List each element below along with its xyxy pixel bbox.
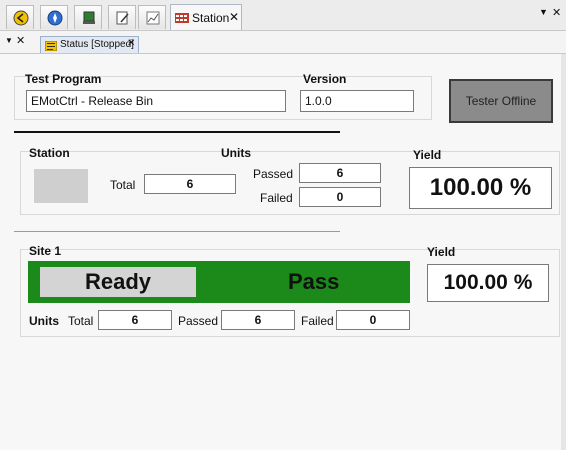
tab-chart[interactable] xyxy=(138,5,166,29)
site-result-banner: Ready Pass xyxy=(28,261,410,303)
chevron-down-icon[interactable]: ▼ xyxy=(539,7,548,17)
version-label: Version xyxy=(303,72,347,86)
tab-back[interactable] xyxy=(6,5,34,29)
tester-offline-button[interactable]: Tester Offline xyxy=(449,79,553,123)
close-icon[interactable]: ✕ xyxy=(16,34,25,47)
site-total-label: Total xyxy=(68,314,94,328)
tab-edit[interactable] xyxy=(108,5,136,29)
site-yield-label: Yield xyxy=(427,245,456,259)
site-label: Site 1 xyxy=(29,244,62,258)
version-field[interactable]: 1.0.0 xyxy=(300,90,414,112)
tool-tab-strip: Station ✕ ▼ ✕ xyxy=(0,0,566,31)
chart-icon xyxy=(146,11,160,25)
tab-compass[interactable] xyxy=(40,5,68,29)
site-status: Ready xyxy=(40,267,196,297)
divider xyxy=(14,231,340,232)
station-icon xyxy=(175,13,189,23)
station-failed-value: 0 xyxy=(299,187,381,207)
site-passed-label: Passed xyxy=(178,314,219,328)
document-tab-strip: ▼ ✕ Status [Stopped] ✕ xyxy=(0,31,566,54)
tab-status[interactable]: Status [Stopped] ✕ xyxy=(40,36,139,53)
divider xyxy=(14,131,340,133)
site-failed-label: Failed xyxy=(301,314,334,328)
station-total-value: 6 xyxy=(144,174,236,194)
site-total-value: 6 xyxy=(98,310,172,330)
station-status-indicator xyxy=(34,169,88,203)
device-icon xyxy=(83,11,95,24)
station-yield-label: Yield xyxy=(413,148,442,162)
tab-status-label: Status [Stopped] xyxy=(60,39,134,50)
passed-label: Passed xyxy=(253,167,294,181)
edit-icon xyxy=(116,11,129,25)
tab-device[interactable] xyxy=(74,5,102,29)
units-label: Units xyxy=(221,146,251,160)
station-yield-value: 100.00 % xyxy=(409,167,552,209)
vertical-scrollbar[interactable] xyxy=(561,54,566,450)
tab-station[interactable]: Station ✕ xyxy=(170,4,242,30)
list-icon xyxy=(45,41,57,51)
site-result: Pass xyxy=(288,269,340,294)
total-label: Total xyxy=(110,178,136,192)
tab-station-label: Station xyxy=(192,11,230,25)
site-units-label: Units xyxy=(29,314,59,328)
close-icon[interactable]: ✕ xyxy=(552,6,561,19)
site-failed-value: 0 xyxy=(336,310,410,330)
failed-label: Failed xyxy=(260,191,293,205)
station-passed-value: 6 xyxy=(299,163,381,183)
station-label: Station xyxy=(29,146,70,160)
site-yield-value: 100.00 % xyxy=(427,264,549,302)
close-icon[interactable]: ✕ xyxy=(127,38,135,49)
chevron-down-icon[interactable]: ▼ xyxy=(5,36,13,45)
compass-icon xyxy=(47,10,63,26)
site-passed-value: 6 xyxy=(221,310,295,330)
test-program-label: Test Program xyxy=(25,72,102,86)
close-icon[interactable]: ✕ xyxy=(229,10,239,24)
back-icon xyxy=(13,10,29,26)
test-program-field[interactable]: EMotCtrl - Release Bin xyxy=(26,90,286,112)
